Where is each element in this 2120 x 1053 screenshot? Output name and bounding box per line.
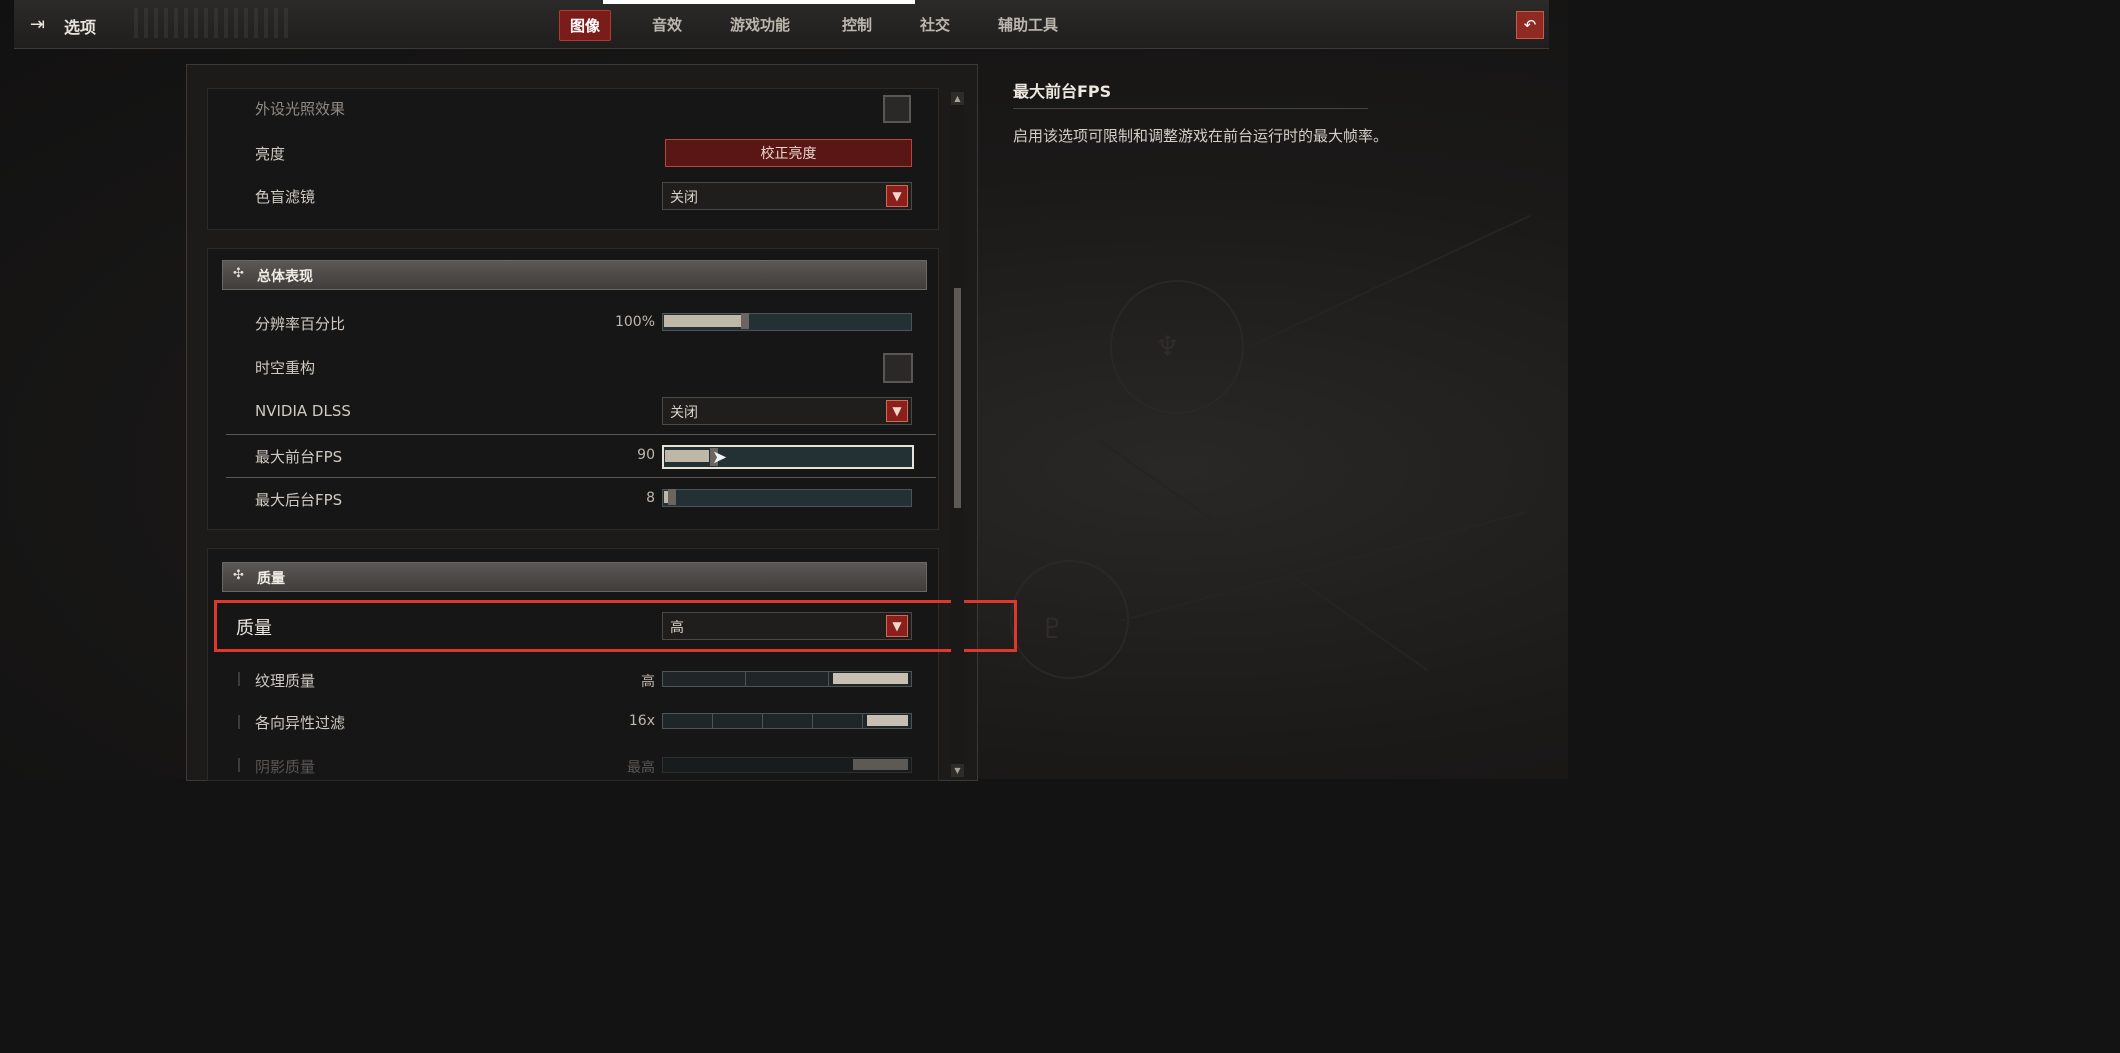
anisotropic-segment-active xyxy=(867,715,908,726)
tab-gameplay[interactable]: 游戏功能 xyxy=(730,14,790,35)
dlss-dropdown[interactable]: 关闭 ▼ xyxy=(662,397,912,425)
collapse-icon: ✣ xyxy=(233,568,244,583)
colorblind-dropdown[interactable]: 关闭 ▼ xyxy=(662,182,912,210)
mouse-cursor-icon: ➤ xyxy=(712,447,728,468)
chevron-down-icon: ▼ xyxy=(886,400,908,422)
segment-divider xyxy=(762,714,763,728)
max-fg-fps-value: 90 xyxy=(637,447,655,463)
resolution-label: 分辨率百分比 xyxy=(255,315,346,333)
max-bg-fps-label: 最大后台FPS xyxy=(255,491,343,509)
scrollbar-thumb[interactable] xyxy=(954,288,961,508)
background-emblem-2 xyxy=(1010,560,1129,679)
chevron-down-icon: ▼ xyxy=(886,185,908,207)
tab-accessibility[interactable]: 辅助工具 xyxy=(998,14,1058,35)
top-strip xyxy=(603,0,915,4)
quality-preset-dropdown[interactable]: 高 ▼ xyxy=(662,612,912,640)
max-bg-fps-value: 8 xyxy=(646,490,655,506)
return-icon: ↶ xyxy=(1523,16,1537,34)
max-fg-fps-slider[interactable] xyxy=(662,445,914,469)
scroll-down-icon[interactable]: ▼ xyxy=(951,764,964,777)
max-bg-fps-slider[interactable] xyxy=(662,489,912,507)
return-button[interactable]: ↶ xyxy=(1516,11,1544,39)
quality-preset-label: 质量 xyxy=(236,618,272,639)
segment-divider xyxy=(745,672,746,686)
emblem-glyph-icon-2: ♇ xyxy=(1040,612,1066,645)
segment-divider xyxy=(712,714,713,728)
temporal-label: 时空重构 xyxy=(255,359,316,377)
resolution-slider[interactable] xyxy=(662,313,912,331)
max-fg-fps-slider-fill xyxy=(665,450,709,462)
shadow-label: 阴影质量 xyxy=(255,758,316,776)
quality-preset-value: 高 xyxy=(670,620,684,636)
peripheral-lighting-label: 外设光照效果 xyxy=(255,100,346,118)
emblem-glyph-icon: ♆ xyxy=(1155,330,1181,363)
tree-connector xyxy=(238,715,240,729)
performance-header[interactable]: ✣ 总体表现 xyxy=(222,260,927,290)
tab-controls[interactable]: 控制 xyxy=(842,14,872,35)
segment-divider xyxy=(812,714,813,728)
tab-social[interactable]: 社交 xyxy=(920,14,950,35)
texture-segments[interactable] xyxy=(662,671,912,687)
anisotropic-label: 各向异性过滤 xyxy=(255,714,346,732)
texture-segment-active xyxy=(833,673,908,684)
collapse-icon: ✣ xyxy=(233,266,244,281)
max-bg-fps-slider-knob[interactable] xyxy=(668,489,676,505)
brightness-label: 亮度 xyxy=(255,145,286,163)
shadow-segments[interactable] xyxy=(662,757,912,773)
tab-graphics[interactable]: 图像 xyxy=(559,10,612,41)
shadow-segment-active xyxy=(853,759,908,770)
quality-header-label: 质量 xyxy=(257,571,285,587)
texture-label: 纹理质量 xyxy=(255,672,316,690)
shadow-value: 最高 xyxy=(627,760,655,776)
info-description: 启用该选项可限制和调整游戏在前台运行时的最大帧率。 xyxy=(1013,127,1389,145)
info-divider xyxy=(1013,108,1368,109)
segment-divider xyxy=(862,714,863,728)
chevron-down-icon: ▼ xyxy=(886,615,908,637)
calibrate-brightness-button[interactable]: 校正亮度 xyxy=(665,139,912,167)
colorblind-label: 色盲滤镜 xyxy=(255,188,316,206)
dlss-value: 关闭 xyxy=(670,405,698,421)
tree-connector xyxy=(238,758,240,772)
performance-header-label: 总体表现 xyxy=(257,269,313,285)
max-fg-fps-label: 最大前台FPS xyxy=(255,448,343,466)
anisotropic-value: 16x xyxy=(628,713,655,729)
tab-audio[interactable]: 音效 xyxy=(652,14,682,35)
resolution-slider-knob[interactable] xyxy=(741,313,749,329)
peripheral-lighting-checkbox[interactable] xyxy=(883,95,911,123)
scroll-up-icon[interactable]: ▲ xyxy=(951,92,964,105)
tree-connector xyxy=(238,672,240,686)
page-title: 选项 xyxy=(64,18,97,37)
resolution-slider-fill xyxy=(664,315,742,327)
colorblind-value: 关闭 xyxy=(670,190,698,206)
back-arrow-icon[interactable]: ⇥ xyxy=(30,14,58,35)
dlss-label: NVIDIA DLSS xyxy=(255,402,351,420)
texture-value: 高 xyxy=(641,674,655,690)
segment-divider xyxy=(828,672,829,686)
performance-group xyxy=(207,248,939,530)
temporal-checkbox[interactable] xyxy=(883,353,913,383)
topbar-ornament xyxy=(134,8,294,38)
quality-header[interactable]: ✣ 质量 xyxy=(222,562,927,592)
anisotropic-segments[interactable] xyxy=(662,713,912,729)
resolution-value: 100% xyxy=(614,314,655,330)
info-title: 最大前台FPS xyxy=(1013,82,1112,101)
